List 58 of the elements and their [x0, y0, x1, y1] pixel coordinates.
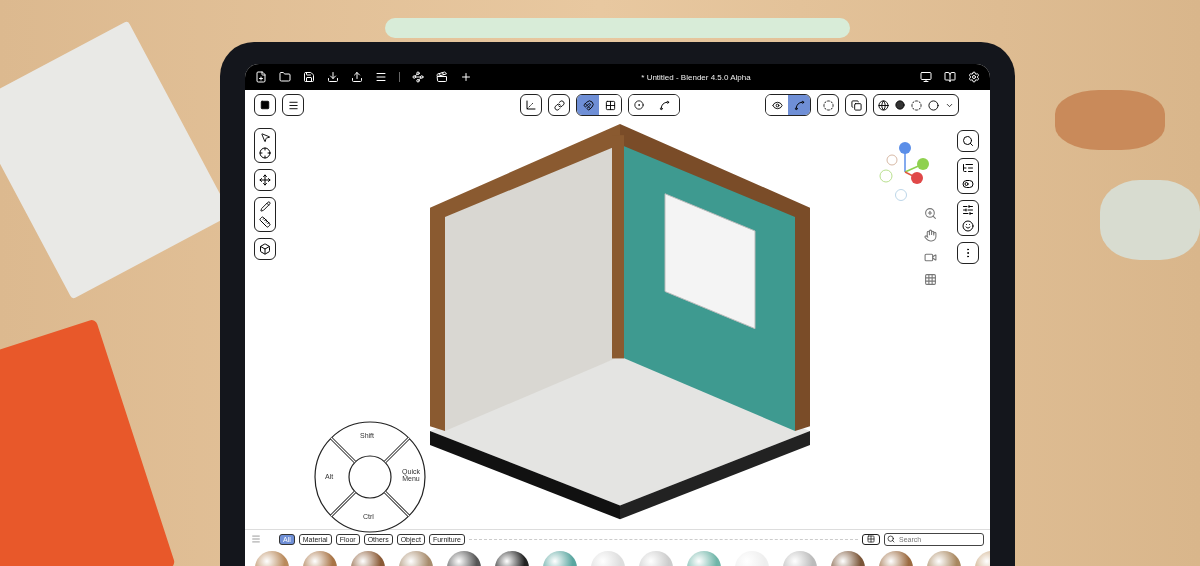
new-file-icon[interactable]: [255, 71, 267, 83]
select-tool-group[interactable]: [254, 128, 276, 163]
search-icon: [887, 534, 895, 543]
eye-icon: [771, 99, 783, 111]
overlays-button[interactable]: [817, 94, 839, 116]
view-mode-button[interactable]: [862, 533, 880, 545]
circle-icon: [822, 99, 834, 111]
menu-icon[interactable]: [375, 71, 387, 83]
squares-icon: [850, 99, 862, 111]
annotate-tool-group[interactable]: [254, 197, 276, 232]
menu-icon: [287, 99, 299, 111]
outliner-group[interactable]: [957, 158, 979, 194]
axes-icon: [525, 99, 537, 111]
fullscreen-button[interactable]: [254, 94, 276, 116]
magnet-toggle[interactable]: [577, 95, 599, 115]
toggle-icon: [962, 178, 974, 190]
gizmo-toggle[interactable]: [788, 95, 810, 115]
sliders-icon: [962, 204, 974, 216]
search-button[interactable]: [957, 130, 979, 152]
list-tree-icon: [962, 162, 974, 174]
folder-icon[interactable]: [279, 71, 291, 83]
save-icon[interactable]: [303, 71, 315, 83]
link-button[interactable]: [548, 94, 570, 116]
upload-icon[interactable]: [351, 71, 363, 83]
add-cube-button[interactable]: [254, 238, 276, 260]
grid-icon: [604, 99, 616, 111]
dot-circle-icon: [634, 100, 644, 110]
pointer-icon: [259, 132, 271, 143]
plus-icon[interactable]: [460, 71, 472, 83]
zoom-icon[interactable]: [924, 207, 937, 220]
curve-icon: [658, 99, 670, 111]
pencil-icon: [259, 201, 271, 212]
cube-icon: [259, 243, 271, 255]
settings-icon[interactable]: [968, 71, 980, 83]
square-icon: [260, 100, 270, 110]
move-icon: [259, 174, 271, 186]
window-title: * Untitled - Blender 4.5.0 Alpha: [640, 72, 752, 82]
link-icon: [553, 99, 565, 111]
monitor-icon[interactable]: [920, 71, 932, 83]
camera-icon[interactable]: [924, 251, 937, 264]
clapperboard-icon[interactable]: [436, 71, 448, 83]
face-icon: [962, 220, 974, 232]
more-button[interactable]: [957, 242, 979, 264]
nodes-icon[interactable]: [412, 71, 424, 83]
download-icon[interactable]: [327, 71, 339, 83]
grid-icon[interactable]: [924, 273, 937, 286]
grid-icon: [867, 535, 875, 543]
transform-axes-button[interactable]: [520, 94, 542, 116]
ruler-icon: [259, 216, 271, 228]
axis-gizmo-drawing: [879, 140, 931, 202]
move-tool-button[interactable]: [254, 169, 276, 191]
hand-icon[interactable]: [924, 229, 937, 242]
curve-icon: [793, 99, 805, 111]
magnet-icon: [582, 99, 594, 111]
search-icon: [962, 135, 974, 147]
properties-group[interactable]: [957, 200, 979, 236]
menu-button[interactable]: [282, 94, 304, 116]
xray-button[interactable]: [845, 94, 867, 116]
